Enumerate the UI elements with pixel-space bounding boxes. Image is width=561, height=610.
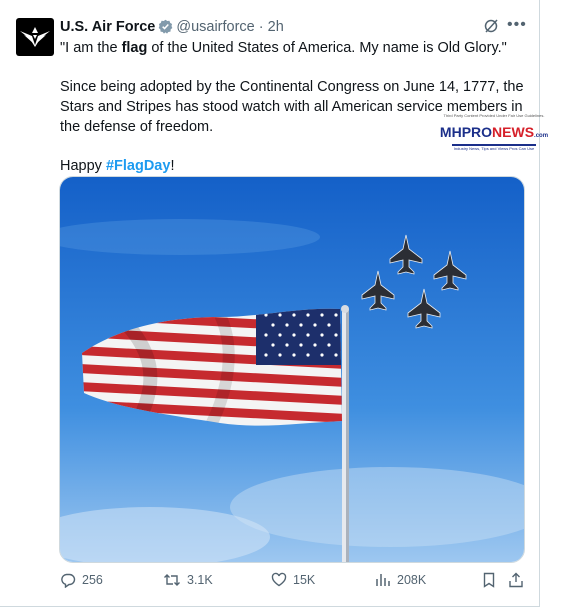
tweet-bold-word: flag (121, 40, 148, 56)
like-count: 15K (293, 573, 316, 587)
more-options-icon[interactable]: ••• (507, 16, 527, 34)
repost-button[interactable]: 3.1K (163, 572, 213, 588)
watermark-pro: PRO (461, 124, 493, 140)
avatar[interactable] (16, 18, 54, 56)
flag-and-jets-photo (60, 177, 524, 562)
repost-count: 3.1K (187, 573, 213, 587)
verified-badge-icon (158, 19, 173, 39)
tweet-timestamp[interactable]: 2h (268, 19, 284, 35)
author-handle[interactable]: @usairforce (176, 19, 254, 35)
exclaim-text: ! (170, 158, 175, 174)
reply-icon (61, 573, 76, 588)
grok-icon[interactable] (483, 18, 499, 39)
watermark-top-text: Third Party Content Provided Under Fair … (443, 113, 545, 118)
tweet-line-1: "I am the flag of the United States of A… (60, 38, 530, 58)
watermark-news: NEWS (492, 124, 535, 140)
watermark-logo: Third Party Content Provided Under Fair … (436, 113, 552, 171)
share-icon (509, 572, 523, 588)
share-button[interactable] (508, 572, 524, 588)
like-button[interactable]: 15K (271, 572, 315, 588)
author-name[interactable]: U.S. Air Force (60, 19, 155, 35)
happy-text: Happy (60, 158, 106, 174)
repost-icon (164, 574, 180, 586)
bookmark-button[interactable] (481, 572, 497, 588)
tweet-header: U.S. Air Force @usairforce · 2h (60, 18, 284, 39)
tweet-card: U.S. Air Force @usairforce · 2h ••• "I am… (0, 0, 548, 607)
tweet-image[interactable] (59, 176, 525, 563)
watermark-bottom-text: Industry News, Tips and Views Pros Can U… (453, 146, 535, 151)
watermark-mh: MH (439, 124, 462, 140)
heart-icon (271, 572, 287, 587)
watermark-wordmark: MHPRONEWS.com (436, 124, 552, 144)
tweet-line-1-end: of the United States of America. My name… (147, 40, 507, 56)
views-icon (376, 574, 390, 586)
air-force-wings-icon (20, 27, 50, 47)
header-separator: · (258, 19, 264, 35)
reply-count: 256 (82, 573, 103, 587)
views-button[interactable]: 208K (375, 572, 426, 588)
reply-button[interactable]: 256 (60, 572, 103, 588)
action-bar: 256 3.1K 15K 208K (60, 572, 530, 594)
tweet-line-1-start: "I am the (60, 40, 122, 56)
hashtag-link[interactable]: #FlagDay (106, 158, 170, 174)
watermark-dotcom: .com (534, 133, 549, 139)
bookmark-icon (483, 572, 495, 588)
views-count: 208K (397, 573, 427, 587)
